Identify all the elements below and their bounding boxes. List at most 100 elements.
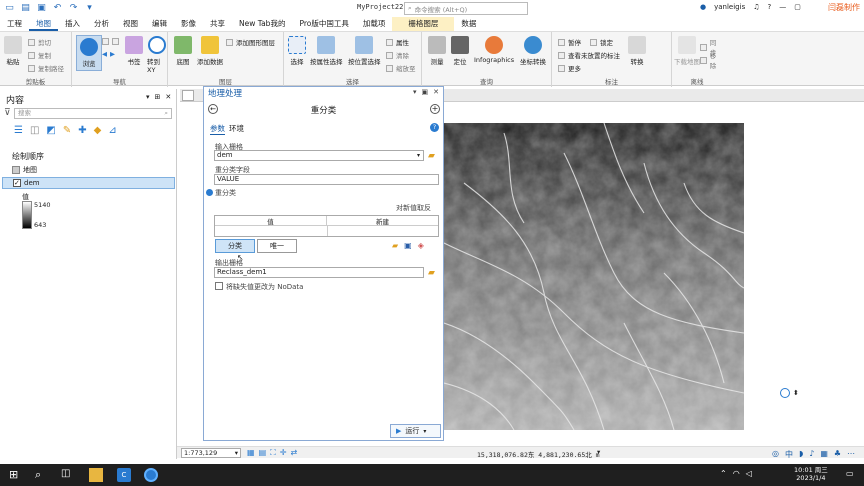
select-by-attributes-button[interactable]: 按属性选择 xyxy=(310,36,343,66)
command-search[interactable]: ⌕ 命令搜索 (Alt+Q) xyxy=(404,2,528,15)
infographics-button[interactable]: Infographics xyxy=(474,36,514,64)
tab-mine[interactable]: 我的 xyxy=(270,17,292,31)
arcgis-pro-icon[interactable] xyxy=(144,468,158,482)
convert-labels-button[interactable]: 转换 xyxy=(628,36,646,66)
notification-icon[interactable]: ▭ xyxy=(846,469,854,478)
ime-punct-icon[interactable]: ◗ xyxy=(799,449,803,460)
browse-folder-icon[interactable]: ▰ xyxy=(428,268,435,278)
help-icon[interactable]: ? xyxy=(430,123,439,132)
add-graphics-layer-button[interactable]: 添加图形图层 xyxy=(226,37,275,47)
coordinate-convert-button[interactable]: 坐标转换 xyxy=(520,36,546,66)
save-icon[interactable]: ▣ xyxy=(404,241,412,250)
notification-icon[interactable]: ♫ xyxy=(753,3,759,11)
tab-insert[interactable]: 插入 xyxy=(58,17,87,31)
layer-visibility-checkbox[interactable]: ✓ xyxy=(13,179,21,187)
reclass-table[interactable]: 值 新建 xyxy=(214,215,439,237)
unique-button[interactable]: 唯一 xyxy=(257,239,297,253)
attributes-button[interactable]: 属性 xyxy=(386,37,409,47)
more-labeling-button[interactable]: 更多 xyxy=(558,63,581,73)
new-project-icon[interactable]: ▭ xyxy=(4,2,15,13)
ime-skin-icon[interactable]: ♣ xyxy=(834,449,841,460)
tab-data[interactable]: 数据 xyxy=(454,17,483,31)
ime-voice-icon[interactable]: ♪ xyxy=(809,449,814,460)
close-icon[interactable]: ✕ xyxy=(165,93,171,101)
tab-analysis[interactable]: 分析 xyxy=(87,17,116,31)
user-name[interactable]: yanleigis xyxy=(714,3,745,11)
cut-button[interactable]: 剪切 xyxy=(28,37,51,47)
map-raster-view[interactable] xyxy=(444,123,744,430)
fit-icon[interactable]: ⛶ xyxy=(270,448,276,458)
open-folder-icon[interactable]: ▰ xyxy=(392,241,398,250)
user-icon[interactable]: ● xyxy=(700,3,706,11)
filter-icon[interactable]: ⊽ xyxy=(4,108,11,118)
pause-labels-button[interactable]: 暂停 xyxy=(558,37,581,47)
tab-addins[interactable]: 加载项 xyxy=(356,17,393,31)
add-data-button[interactable]: 添加数据 xyxy=(197,36,223,66)
contents-search-input[interactable]: 搜索 ⌕ xyxy=(14,108,172,119)
chevron-down-icon[interactable]: ▾ xyxy=(417,151,420,160)
task-view-icon[interactable]: ◫ xyxy=(61,468,75,482)
prev-next-tools[interactable]: ◀ ▶ xyxy=(102,50,115,58)
undo-icon[interactable]: ↶ xyxy=(52,2,63,13)
navigator-icon[interactable] xyxy=(780,388,790,398)
tab-environments[interactable]: 环境 xyxy=(229,123,244,134)
clock[interactable]: 10:01 周三 2023/1/4 xyxy=(794,466,828,482)
locate-button[interactable]: 定位 xyxy=(451,36,469,66)
redo-icon[interactable]: ↷ xyxy=(68,2,79,13)
search-icon[interactable]: ⌕ xyxy=(35,468,49,482)
chevron-down-icon[interactable]: ▾ xyxy=(597,448,600,456)
table-icon[interactable]: ▤ xyxy=(259,448,267,458)
volume-icon[interactable]: ◁ xyxy=(746,469,752,478)
output-raster-field[interactable]: Reclass_dem1 xyxy=(214,267,424,278)
download-map-button[interactable]: 下载地图 xyxy=(674,36,700,66)
reverse-new-values-toggle[interactable]: 对新值取反 xyxy=(396,203,431,213)
copy-path-button[interactable]: 复制路径 xyxy=(28,63,64,73)
tray-expand-icon[interactable]: ⌃ xyxy=(720,469,727,478)
goto-xy-button[interactable]: 转到 XY xyxy=(147,36,167,74)
view-unplaced-button[interactable]: 查看未放置的标注 xyxy=(558,50,620,60)
maximize-icon[interactable]: ▢ xyxy=(794,3,801,11)
video-app-icon[interactable]: C xyxy=(117,468,131,482)
layer-dem[interactable]: ✓ dem xyxy=(2,177,175,189)
remove-button[interactable]: 移除 xyxy=(700,50,722,70)
lock-labels-button[interactable]: 锁定 xyxy=(590,37,613,47)
reclass-field-select[interactable]: VALUE xyxy=(214,174,439,185)
minimize-icon[interactable]: — xyxy=(779,3,786,11)
paste-button[interactable]: 粘贴 xyxy=(4,36,22,66)
map-nav-control[interactable]: ⬍ xyxy=(780,388,799,398)
windows-start-icon[interactable]: ⊞ xyxy=(9,468,23,482)
charts-icon[interactable]: ⊿ xyxy=(108,125,116,136)
clear-button[interactable]: 清除 xyxy=(386,50,409,60)
tab-edit[interactable]: 编辑 xyxy=(145,17,174,31)
pin-icon[interactable]: ▣ xyxy=(422,88,429,96)
pin-icon[interactable]: ⊞ xyxy=(155,93,161,101)
classify-button[interactable]: 分类 xyxy=(215,239,255,253)
refresh-icon[interactable]: ⇄ xyxy=(290,448,297,458)
open-icon[interactable]: ▤ xyxy=(20,2,31,13)
tab-new-tab[interactable]: New Tab xyxy=(232,17,270,31)
labeling-icon[interactable]: ◆ xyxy=(94,125,102,136)
pane-menu-icon[interactable]: ▾ xyxy=(146,93,150,101)
add-icon[interactable]: + xyxy=(430,104,440,114)
clear-table-icon[interactable]: ◈ xyxy=(418,241,424,250)
nodata-checkbox[interactable] xyxy=(215,282,223,290)
selection-icon[interactable]: ◩ xyxy=(46,125,55,136)
explore-button[interactable]: 浏览 xyxy=(76,35,102,71)
run-button[interactable]: ▶ 运行 ▾ xyxy=(390,424,441,438)
network-icon[interactable]: ◠ xyxy=(733,469,740,478)
tab-imagery[interactable]: 影像 xyxy=(174,17,203,31)
pane-menu-icon[interactable]: ▾ xyxy=(413,88,417,96)
copy-button[interactable]: 复制 xyxy=(28,50,51,60)
select-by-location-button[interactable]: 按位置选择 xyxy=(348,36,381,66)
editing-icon[interactable]: ✎ xyxy=(63,125,71,136)
basemap-button[interactable]: 底图 xyxy=(174,36,192,66)
tab-map[interactable]: 地图 xyxy=(29,17,58,31)
tab-raster-layer[interactable]: 栅格图层 xyxy=(392,17,455,31)
customize-icon[interactable]: ▾ xyxy=(84,2,95,13)
save-icon[interactable]: ▣ xyxy=(36,2,47,13)
drawing-order-icon[interactable]: ☰ xyxy=(14,125,23,136)
map-node[interactable]: 地图 xyxy=(12,165,37,175)
crosshair-icon[interactable]: ✛ xyxy=(280,448,287,458)
map-tab-icon[interactable] xyxy=(182,90,194,101)
navigator-dropdown-icon[interactable]: ⬍ xyxy=(793,389,799,397)
